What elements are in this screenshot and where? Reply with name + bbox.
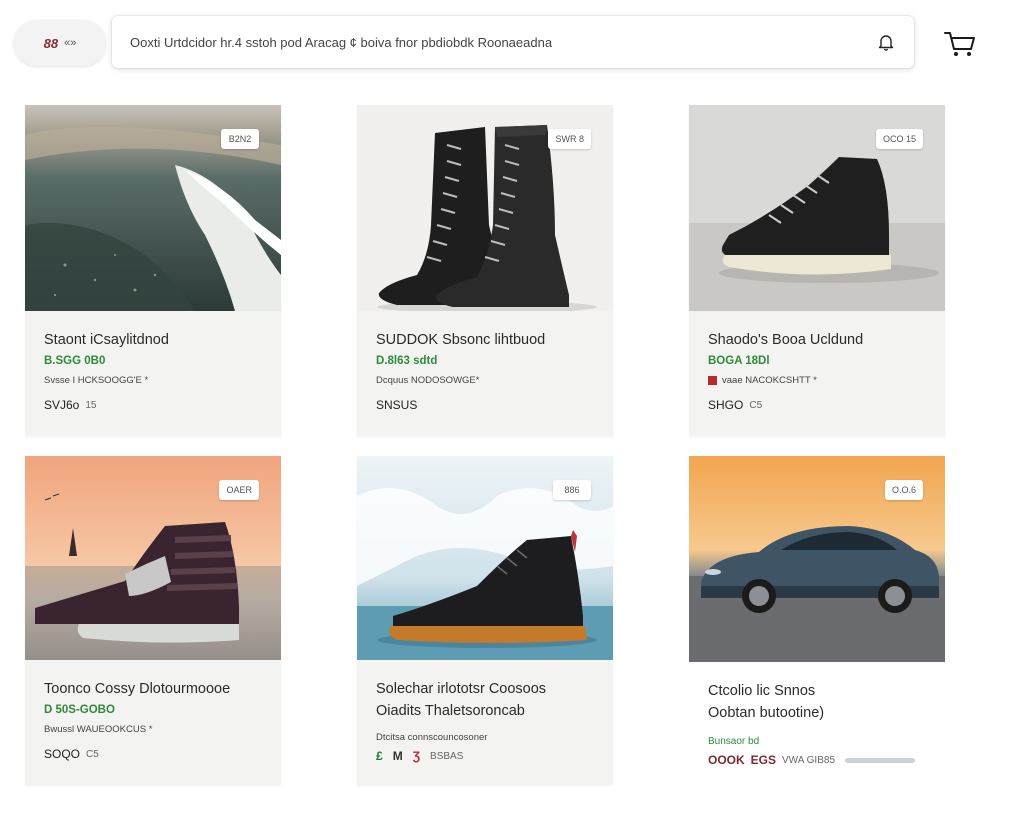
logo-mark: 88 xyxy=(43,35,59,51)
logo-text: «» xyxy=(64,37,77,49)
product-bottom-suffix: C5 xyxy=(86,748,99,760)
cart-button[interactable] xyxy=(940,26,980,62)
product-subtitle: Oobtan butootine) xyxy=(708,705,825,721)
product-bottom: SHGO C5 xyxy=(708,398,927,412)
bell-icon xyxy=(878,35,894,51)
product-bottom: SNSUS xyxy=(376,398,595,412)
size-option[interactable]: £ xyxy=(376,749,383,763)
product-sale-price: SOQO xyxy=(44,747,81,761)
product-sale-price: SVJ6o xyxy=(44,398,80,412)
size-option[interactable]: Ʒ xyxy=(413,749,420,763)
price-tag: OCO 15 xyxy=(875,129,923,149)
product-image[interactable]: 886 xyxy=(357,456,613,660)
product-title[interactable]: Ctcolio lic Snnos xyxy=(708,680,927,702)
product-meta-text: vaae NACOKCSHTT * xyxy=(722,375,817,386)
product-title[interactable]: Toonco Cossy Dlotourmoooe xyxy=(44,678,263,700)
cart-icon xyxy=(944,32,975,56)
search-bar xyxy=(112,16,914,68)
search-input[interactable] xyxy=(128,33,874,51)
logo[interactable]: 88 «» xyxy=(14,20,106,66)
notification-button[interactable] xyxy=(874,30,898,54)
size-option[interactable]: M xyxy=(393,749,403,763)
price-tag: OAER xyxy=(219,480,259,500)
product-bottom: OOOK EGS VWA GIB85 xyxy=(708,753,927,767)
price-tag: O.O.6 xyxy=(884,480,923,500)
product-image[interactable]: OAER xyxy=(25,456,281,660)
product-sale-price-extra: EGS xyxy=(750,753,777,767)
size-selector: £ M Ʒ BSBAS xyxy=(376,749,595,763)
product-bottom: SVJ6o 15 xyxy=(44,398,263,412)
product-meta: Dtcitsa connscouncosoner xyxy=(376,732,488,743)
price-tag: 886 xyxy=(553,480,591,500)
product-meta: vaae NACOKCSHTT * xyxy=(708,375,927,386)
product-meta: Bunsaor bd xyxy=(708,736,760,747)
product-bottom-suffix: VWA GIB85 xyxy=(782,754,835,766)
rating-bar xyxy=(845,757,915,763)
product-title[interactable]: Shaodo's Booa Ucldund xyxy=(708,329,927,351)
product-sale-price: SHGO xyxy=(708,398,744,412)
product-bottom-suffix: BSBAS xyxy=(430,750,464,762)
product-image[interactable]: O.O.6 xyxy=(689,456,945,662)
product-title[interactable]: SUDDOK Sbsonc lihtbuod xyxy=(376,329,595,351)
product-title[interactable]: Staont iCsaylitdnod xyxy=(44,329,263,351)
product-price: D.8l63 sdtd xyxy=(376,355,438,367)
product-sale-price: SNSUS xyxy=(376,398,418,412)
product-card[interactable]: OAER Toonco Cossy Dlotourmoooe D 50S-GOB… xyxy=(25,456,281,785)
product-price: B.SGG 0B0 xyxy=(44,355,106,367)
price-tag: B2N2 xyxy=(221,129,259,149)
product-card[interactable]: B2N2 Staont iCsaylitdnod B.SGG 0B0 Svsse… xyxy=(25,105,281,436)
product-bottom: SOQO C5 xyxy=(44,747,263,761)
product-subtitle: Oiadits Thaletsoroncab xyxy=(376,703,525,719)
product-bottom-suffix: C5 xyxy=(749,399,763,411)
product-meta: Svsse I HCKSOOGG'E * xyxy=(44,375,149,386)
product-price: BOGA 18Dl xyxy=(708,355,770,367)
product-bottom-suffix: 15 xyxy=(85,399,97,411)
product-meta: Dcquus NODOSOWGE* xyxy=(376,375,480,386)
product-image[interactable]: B2N2 xyxy=(25,105,281,311)
product-image[interactable]: SWR 8 xyxy=(357,105,613,311)
price-tag: SWR 8 xyxy=(548,129,591,149)
product-card[interactable]: 886 Solechar irlototsr Coosoos Oiadits T… xyxy=(357,456,613,785)
product-image[interactable]: OCO 15 xyxy=(689,105,945,311)
product-sale-price: OOOK xyxy=(708,753,745,767)
product-meta: Bwussl WAUEOOKCUS * xyxy=(44,724,153,735)
product-card[interactable]: SWR 8 SUDDOK Sbsonc lihtbuod D.8l63 sdtd… xyxy=(357,105,613,436)
product-price: D 50S-GOBO xyxy=(44,704,115,716)
product-card[interactable]: O.O.6 Ctcolio lic Snnos Oobtan butootine… xyxy=(689,456,945,785)
top-bar: 88 «» xyxy=(0,0,1024,90)
product-card[interactable]: OCO 15 Shaodo's Booa Ucldund BOGA 18Dl v… xyxy=(689,105,945,436)
product-title[interactable]: Solechar irlototsr Coosoos xyxy=(376,678,595,700)
color-swatch xyxy=(708,376,717,385)
